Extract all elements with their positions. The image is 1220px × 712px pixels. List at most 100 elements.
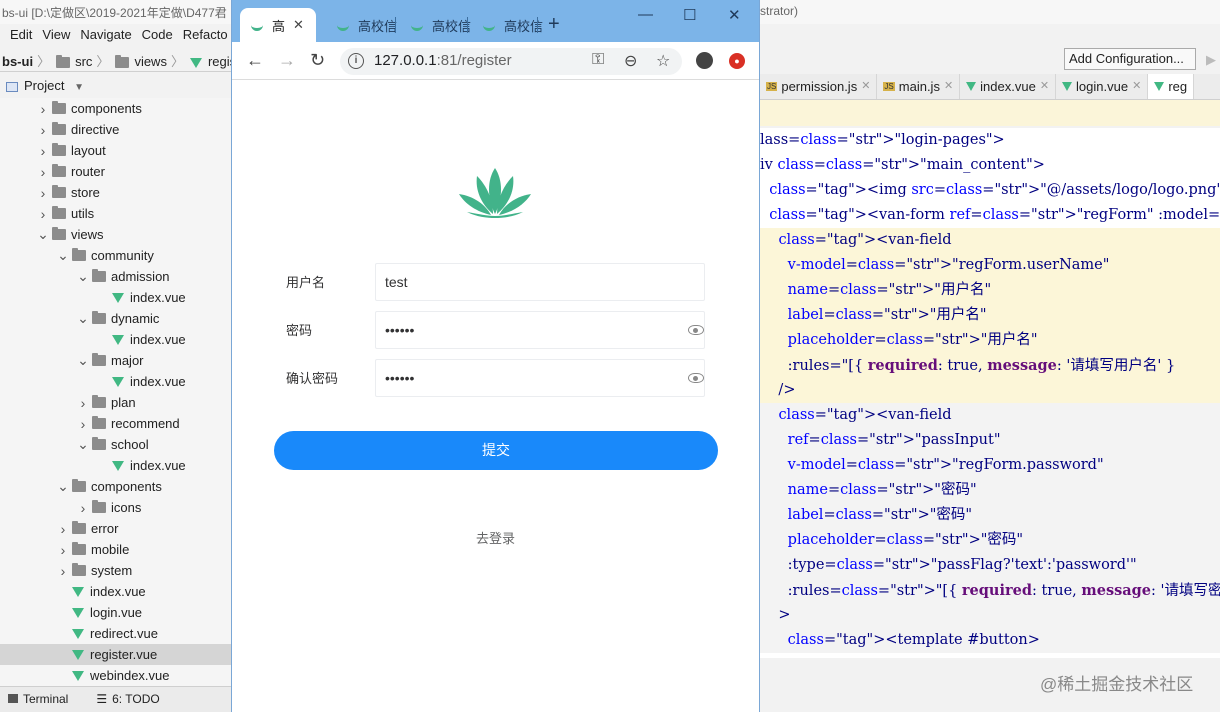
close-window-icon[interactable]: ✕	[728, 6, 741, 24]
code-line[interactable]: iv class=class="str">"main_content">	[760, 153, 1220, 178]
eye-icon[interactable]	[688, 325, 704, 335]
editor-tab[interactable]: JS main.js ✕	[877, 74, 961, 99]
code-line[interactable]: name=class="str">"用户名"	[760, 278, 1220, 303]
code-line[interactable]: v-model=class="str">"regForm.userName"	[760, 253, 1220, 278]
todo-tool-button[interactable]: ☰ 6: TODO	[96, 692, 159, 712]
close-icon[interactable]: ✕	[1040, 79, 1049, 92]
login-link[interactable]: 去登录	[232, 528, 759, 547]
editor-tab[interactable]: index.vue ✕	[960, 74, 1057, 99]
editor-tab[interactable]: JS permission.js ✕	[760, 74, 878, 99]
editor-tab[interactable]: login.vue ✕	[1056, 74, 1149, 99]
code-line[interactable]: label=class="str">"密码"	[760, 503, 1220, 528]
code-line[interactable]: :rules=class="str">"[{ required: true, m…	[760, 578, 1220, 603]
editor-tab[interactable]: reg	[1148, 74, 1195, 99]
chevron-right-icon[interactable]: ›	[56, 542, 70, 558]
tree-item[interactable]: › utils	[0, 203, 232, 224]
tree-item[interactable]: redirect.vue	[0, 623, 232, 644]
chevron-right-icon[interactable]: ›	[36, 143, 50, 159]
reload-icon[interactable]: ↻	[310, 51, 325, 69]
username-input[interactable]: test	[375, 263, 705, 301]
forward-icon[interactable]: →	[278, 51, 296, 69]
code-line[interactable]: :rules="[{ required: true, message: '请填写…	[760, 353, 1220, 378]
chevron-down-icon[interactable]: ⌄	[76, 352, 90, 369]
avatar-icon[interactable]	[696, 52, 713, 69]
tree-item[interactable]: › layout	[0, 140, 232, 161]
chevron-down-icon[interactable]: ⌄	[76, 436, 90, 453]
chevron-down-icon[interactable]: ⌄	[36, 226, 50, 243]
submit-button[interactable]: 提交	[274, 431, 718, 470]
tree-item[interactable]: › components	[0, 98, 232, 119]
chevron-right-icon[interactable]: ›	[36, 164, 50, 180]
chevron-right-icon[interactable]: ›	[36, 206, 50, 222]
code-editor[interactable]: lass=class="str">"login-pages"> iv class=…	[760, 128, 1220, 658]
breadcrumb-project[interactable]: bs-ui	[2, 54, 33, 69]
chevron-right-icon[interactable]: ›	[76, 395, 90, 411]
code-line[interactable]: name=class="str">"密码"	[760, 478, 1220, 503]
code-line[interactable]: placeholder=class="str">"用户名"	[760, 328, 1220, 353]
code-line[interactable]: class="tag"><van-form ref=class="str">"r…	[760, 203, 1220, 228]
maximize-icon[interactable]: ☐	[683, 6, 696, 24]
code-line[interactable]: >	[760, 603, 1220, 628]
menu-code[interactable]: Code	[142, 27, 173, 46]
tree-item[interactable]: register.vue	[0, 644, 232, 665]
code-line[interactable]: ref=class="str">"passInput"	[760, 428, 1220, 453]
tree-item[interactable]: ⌄ admission	[0, 266, 232, 287]
tree-item[interactable]: › store	[0, 182, 232, 203]
code-line[interactable]: />	[760, 378, 1220, 403]
chevron-right-icon[interactable]: ›	[36, 101, 50, 117]
tree-item[interactable]: webindex.vue	[0, 665, 232, 686]
tree-item[interactable]: ⌄ components	[0, 476, 232, 497]
chevron-right-icon[interactable]: ›	[76, 416, 90, 432]
code-line[interactable]: v-model=class="str">"regForm.password"	[760, 453, 1220, 478]
tree-item[interactable]: ⌄ views	[0, 224, 232, 245]
tree-item[interactable]: › mobile	[0, 539, 232, 560]
tree-item[interactable]: › system	[0, 560, 232, 581]
tree-item[interactable]: index.vue	[0, 329, 232, 350]
eye-icon[interactable]	[688, 373, 704, 383]
breadcrumb-file[interactable]: register.v	[208, 54, 232, 69]
minimize-icon[interactable]: —	[638, 6, 653, 23]
menu-navigate[interactable]: Navigate	[80, 27, 131, 46]
code-line[interactable]: lass=class="str">"login-pages">	[760, 128, 1220, 153]
chevron-down-icon[interactable]: ⌄	[76, 268, 90, 285]
tree-item[interactable]: index.vue	[0, 581, 232, 602]
tree-item[interactable]: › recommend	[0, 413, 232, 434]
star-icon[interactable]: ☆	[656, 51, 670, 71]
chevron-right-icon[interactable]: ›	[36, 122, 50, 138]
breadcrumb-src[interactable]: src	[75, 54, 92, 69]
menu-view[interactable]: View	[42, 27, 70, 46]
tree-item[interactable]: › directive	[0, 119, 232, 140]
chevron-right-icon[interactable]: ›	[76, 500, 90, 516]
breadcrumb-views[interactable]: views	[134, 54, 167, 69]
tab-register[interactable]: 高 ✕	[240, 8, 316, 42]
code-line[interactable]: placeholder=class="str">"密码"	[760, 528, 1220, 553]
back-icon[interactable]: ←	[246, 51, 264, 69]
tab-4[interactable]: 高校信	[472, 8, 553, 42]
confirm-password-input[interactable]: ••••••	[375, 359, 705, 397]
password-input[interactable]: ••••••	[375, 311, 705, 349]
close-icon[interactable]: ✕	[1132, 79, 1141, 92]
chevron-down-icon[interactable]: ▼	[74, 82, 84, 93]
menu-edit[interactable]: Edit	[10, 27, 32, 46]
code-line[interactable]: class="tag"><template #button>	[760, 628, 1220, 653]
code-line[interactable]: class="tag"><van-field	[760, 228, 1220, 253]
tree-item[interactable]: › error	[0, 518, 232, 539]
new-tab-button[interactable]: +	[548, 14, 560, 34]
close-icon[interactable]: ✕	[861, 79, 870, 92]
code-line[interactable]: label=class="str">"用户名"	[760, 303, 1220, 328]
tree-item[interactable]: ⌄ community	[0, 245, 232, 266]
tree-item[interactable]: ⌄ major	[0, 350, 232, 371]
code-line[interactable]: :type=class="str">"passFlag?'text':'pass…	[760, 553, 1220, 578]
terminal-tool-button[interactable]: Terminal	[8, 692, 68, 712]
info-icon[interactable]: i	[348, 53, 364, 69]
tree-item[interactable]: › router	[0, 161, 232, 182]
tree-item[interactable]: ⌄ dynamic	[0, 308, 232, 329]
tree-item[interactable]: index.vue	[0, 455, 232, 476]
chevron-down-icon[interactable]: ⌄	[56, 478, 70, 495]
extension-icon[interactable]: ●	[729, 53, 745, 69]
key-icon[interactable]: ⚿	[592, 51, 604, 69]
close-icon[interactable]: ✕	[293, 17, 304, 33]
run-icon[interactable]: ▶	[1206, 52, 1216, 68]
chevron-right-icon[interactable]: ›	[56, 521, 70, 537]
tree-item[interactable]: ⌄ school	[0, 434, 232, 455]
